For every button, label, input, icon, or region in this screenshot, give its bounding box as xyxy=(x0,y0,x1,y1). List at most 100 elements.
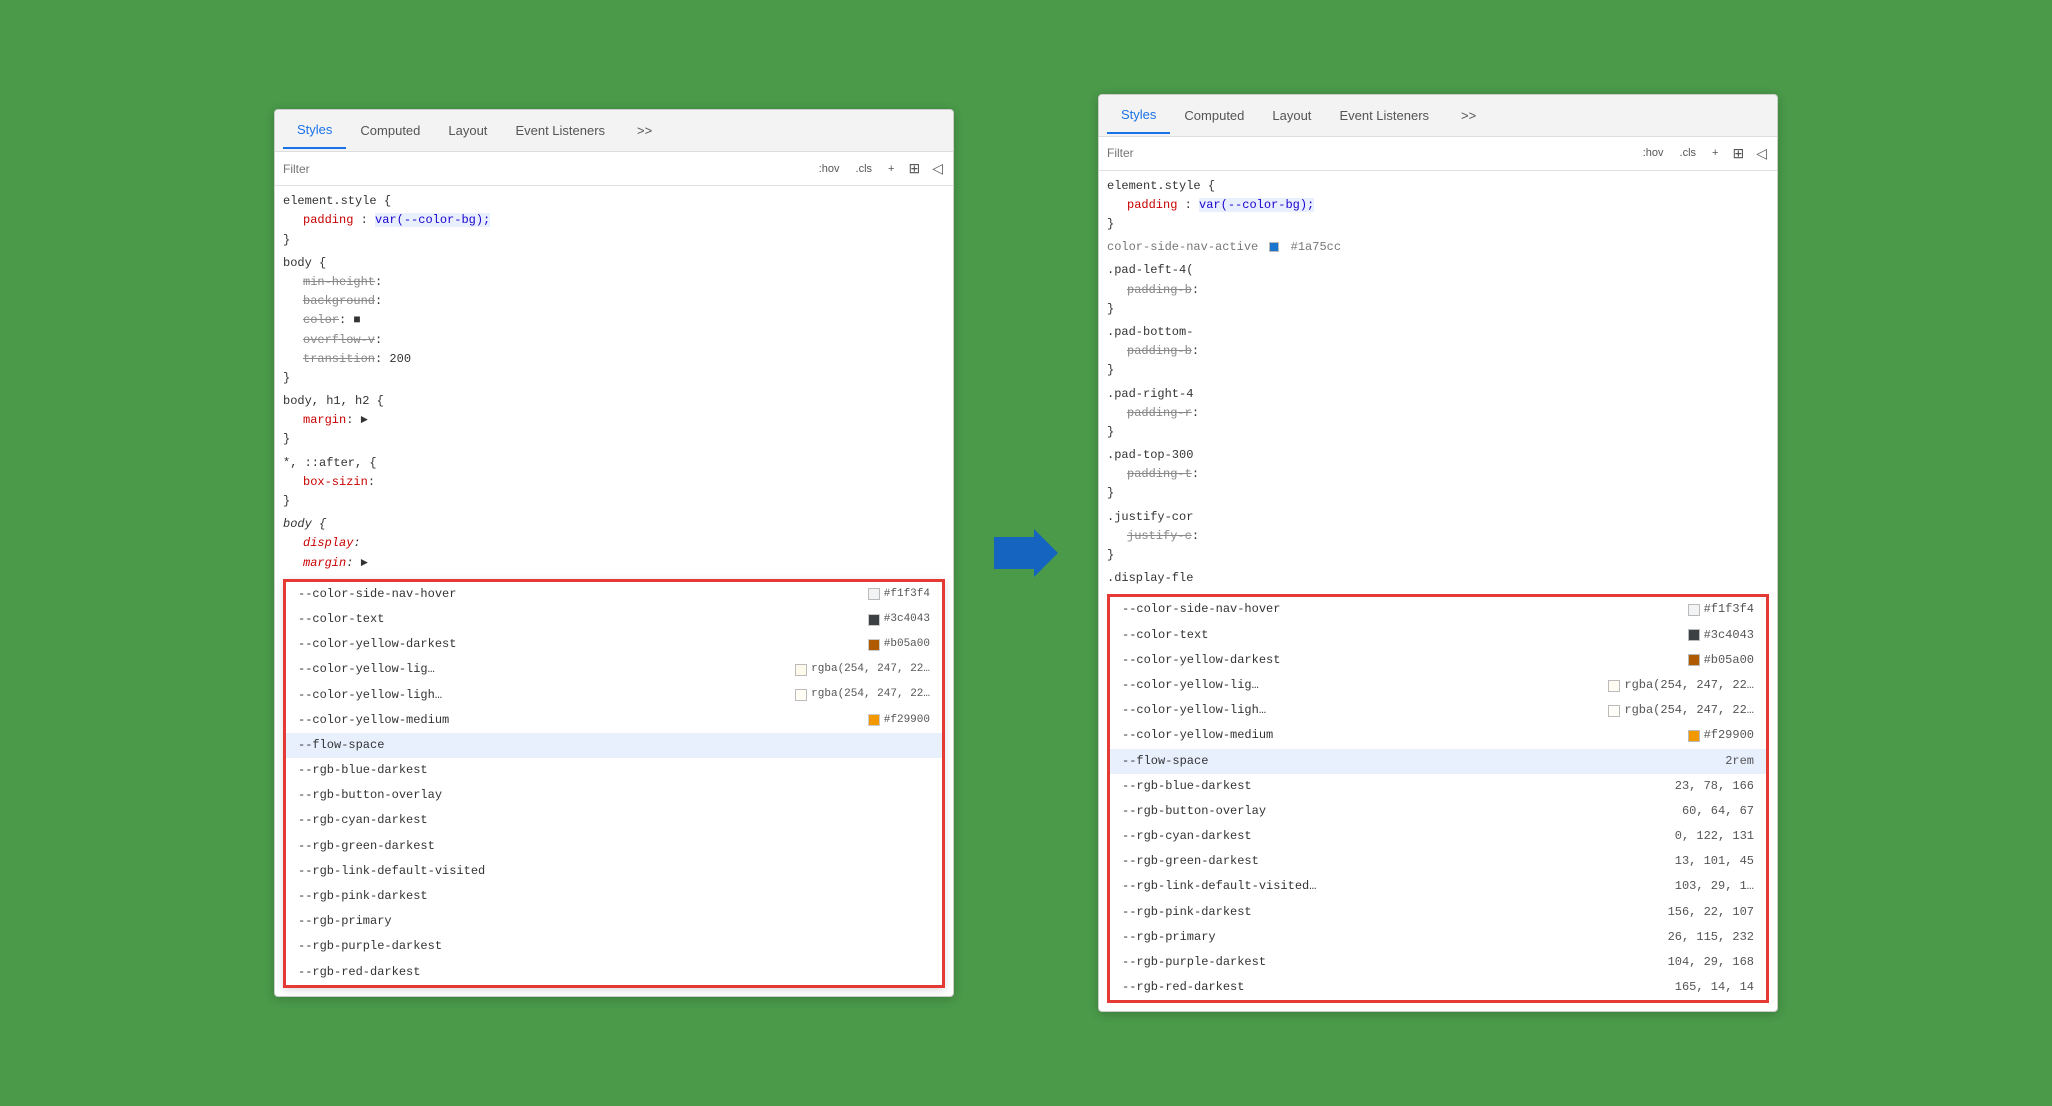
left-autocomplete-dropdown: --color-side-nav-hover #f1f3f4 --color-t… xyxy=(283,579,945,988)
left-devtools-panel: Styles Computed Layout Event Listeners >… xyxy=(274,109,954,997)
tab-layout-left[interactable]: Layout xyxy=(434,113,501,148)
swatch-color-side-nav-hover xyxy=(868,588,880,600)
computed-row-rgb-cyan-darkest: --rgb-cyan-darkest 0, 122, 131 xyxy=(1110,824,1766,849)
pad-top-rule: .pad-top-300 padding-t: } xyxy=(1099,444,1777,506)
justify-rule: .justify-cor justify-c: } xyxy=(1099,506,1777,568)
autocomplete-item-rgb-cyan-darkest[interactable]: --rgb-cyan-darkest xyxy=(286,808,942,833)
computed-swatch-color-side-nav-hover xyxy=(1688,604,1700,616)
body-rule-left: body { min-height: background: color: ■ … xyxy=(275,252,953,390)
computed-swatch-color-text xyxy=(1688,629,1700,641)
padding-value-right: var(--color-bg); xyxy=(1199,198,1314,212)
body-italic-selector-left: body { xyxy=(283,517,326,531)
swatch-color-yellow-lig xyxy=(795,664,807,676)
computed-row-color-side-nav-hover: --color-side-nav-hover #f1f3f4 xyxy=(1110,597,1766,622)
swatch-color-text xyxy=(868,614,880,626)
computed-row-rgb-green-darkest: --rgb-green-darkest 13, 101, 45 xyxy=(1110,849,1766,874)
autocomplete-item-rgb-green-darkest[interactable]: --rgb-green-darkest xyxy=(286,834,942,859)
left-icon-2[interactable]: ◁ xyxy=(930,158,945,179)
body-h1-rule-left: body, h1, h2 { margin: ► } xyxy=(275,390,953,452)
after-selector-left: *, ::after, { xyxy=(283,456,377,470)
body-h1-selector-left: body, h1, h2 { xyxy=(283,394,384,408)
computed-row-color-yellow-ligh: --color-yellow-ligh… rgba(254, 247, 22… xyxy=(1110,698,1766,723)
justify-selector: .justify-cor xyxy=(1107,510,1193,524)
swatch-color-yellow-darkest xyxy=(868,639,880,651)
computed-row-flow-space: --flow-space 2rem xyxy=(1110,749,1766,774)
swatch-color-yellow-medium xyxy=(868,714,880,726)
right-filter-bar: :hov .cls + ⊞ ◁ xyxy=(1099,137,1777,171)
tab-computed-right[interactable]: Computed xyxy=(1170,98,1258,133)
tab-styles-left[interactable]: Styles xyxy=(283,112,346,149)
right-tabs-bar: Styles Computed Layout Event Listeners >… xyxy=(1099,95,1777,137)
left-add-btn[interactable]: + xyxy=(884,161,898,177)
padding-prop-right: padding xyxy=(1127,198,1177,212)
autocomplete-item-color-yellow-ligh[interactable]: --color-yellow-ligh… rgba(254, 247, 22… xyxy=(286,683,942,708)
pad-right-selector: .pad-right-4 xyxy=(1107,387,1193,401)
autocomplete-item-color-yellow-darkest[interactable]: --color-yellow-darkest #b05a00 xyxy=(286,632,942,657)
arrow-container xyxy=(994,529,1058,577)
computed-row-rgb-primary: --rgb-primary 26, 115, 232 xyxy=(1110,925,1766,950)
autocomplete-item-rgb-blue-darkest[interactable]: --rgb-blue-darkest xyxy=(286,758,942,783)
computed-row-rgb-button-overlay: --rgb-button-overlay 60, 64, 67 xyxy=(1110,799,1766,824)
computed-swatch-color-yellow-medium xyxy=(1688,730,1700,742)
tab-more-right[interactable]: >> xyxy=(1447,98,1490,133)
computed-row-color-text: --color-text #3c4043 xyxy=(1110,623,1766,648)
autocomplete-item-color-yellow-lig[interactable]: --color-yellow-lig… rgba(254, 247, 22… xyxy=(286,657,942,682)
computed-row-rgb-link-default-visited: --rgb-link-default-visited… 103, 29, 1… xyxy=(1110,874,1766,899)
pad-bottom-rule: .pad-bottom- padding-b: } xyxy=(1099,321,1777,383)
pad-left-rule: .pad-left-4( padding-b: } xyxy=(1099,259,1777,321)
right-devtools-panel: Styles Computed Layout Event Listeners >… xyxy=(1098,94,1778,1013)
computed-row-color-yellow-darkest: --color-yellow-darkest #b05a00 xyxy=(1110,648,1766,673)
arrow-icon xyxy=(994,529,1058,577)
autocomplete-item-rgb-link-default-visited[interactable]: --rgb-link-default-visited xyxy=(286,859,942,884)
autocomplete-item-flow-space[interactable]: --flow-space xyxy=(286,733,942,758)
tab-layout-right[interactable]: Layout xyxy=(1258,98,1325,133)
left-filter-input[interactable] xyxy=(283,162,807,176)
after-rule-left: *, ::after, { box-sizin: } xyxy=(275,452,953,514)
right-computed-dropdown: --color-side-nav-hover #f1f3f4 --color-t… xyxy=(1107,594,1769,1003)
element-style-selector-left: element.style { xyxy=(283,194,391,208)
computed-row-rgb-blue-darkest: --rgb-blue-darkest 23, 78, 166 xyxy=(1110,774,1766,799)
swatch-color-yellow-ligh xyxy=(795,689,807,701)
tab-styles-right[interactable]: Styles xyxy=(1107,97,1170,134)
tab-more-left[interactable]: >> xyxy=(623,113,666,148)
left-icon-1[interactable]: ⊞ xyxy=(906,158,922,179)
autocomplete-item-rgb-button-overlay[interactable]: --rgb-button-overlay xyxy=(286,783,942,808)
computed-row-rgb-pink-darkest: --rgb-pink-darkest 156, 22, 107 xyxy=(1110,900,1766,925)
padding-value-left: var(--color-bg); xyxy=(375,213,490,227)
autocomplete-item-rgb-primary[interactable]: --rgb-primary xyxy=(286,909,942,934)
display-fle-rule: .display-fle xyxy=(1099,567,1777,590)
right-icon-1[interactable]: ⊞ xyxy=(1730,143,1746,164)
element-style-rule-right: element.style { padding : var(--color-bg… xyxy=(1099,175,1777,237)
left-filter-bar: :hov .cls + ⊞ ◁ xyxy=(275,152,953,186)
display-fle-selector: .display-fle xyxy=(1107,571,1193,585)
tab-computed-left[interactable]: Computed xyxy=(346,113,434,148)
autocomplete-item-rgb-pink-darkest[interactable]: --rgb-pink-darkest xyxy=(286,884,942,909)
computed-swatch-color-yellow-ligh xyxy=(1608,705,1620,717)
autocomplete-item-color-text[interactable]: --color-text #3c4043 xyxy=(286,607,942,632)
left-hov-btn[interactable]: :hov xyxy=(815,161,844,177)
pad-right-rule: .pad-right-4 padding-r: } xyxy=(1099,383,1777,445)
autocomplete-item-color-side-nav-hover[interactable]: --color-side-nav-hover #f1f3f4 xyxy=(286,582,942,607)
pad-top-selector: .pad-top-300 xyxy=(1107,448,1193,462)
right-cls-btn[interactable]: .cls xyxy=(1676,145,1701,161)
computed-row-rgb-red-darkest: --rgb-red-darkest 165, 14, 14 xyxy=(1110,975,1766,1000)
computed-row-color-yellow-medium: --color-yellow-medium #f29900 xyxy=(1110,723,1766,748)
right-add-btn[interactable]: + xyxy=(1708,145,1722,161)
left-cls-btn[interactable]: .cls xyxy=(852,161,877,177)
pad-left-selector: .pad-left-4( xyxy=(1107,263,1193,277)
computed-swatch-color-yellow-darkest xyxy=(1688,654,1700,666)
autocomplete-item-rgb-red-darkest[interactable]: --rgb-red-darkest xyxy=(286,960,942,985)
computed-row-color-yellow-lig: --color-yellow-lig… rgba(254, 247, 22… xyxy=(1110,673,1766,698)
left-tabs-bar: Styles Computed Layout Event Listeners >… xyxy=(275,110,953,152)
main-container: Styles Computed Layout Event Listeners >… xyxy=(274,94,1778,1013)
tab-event-listeners-left[interactable]: Event Listeners xyxy=(501,113,619,148)
right-filter-input[interactable] xyxy=(1107,146,1631,160)
computed-swatch-color-yellow-lig xyxy=(1608,680,1620,692)
element-style-rule-left: element.style { padding : var(--color-bg… xyxy=(275,190,953,252)
autocomplete-item-rgb-purple-darkest[interactable]: --rgb-purple-darkest xyxy=(286,934,942,959)
autocomplete-item-color-yellow-medium[interactable]: --color-yellow-medium #f29900 xyxy=(286,708,942,733)
body-selector-left: body { xyxy=(283,256,326,270)
tab-event-listeners-right[interactable]: Event Listeners xyxy=(1325,98,1443,133)
right-hov-btn[interactable]: :hov xyxy=(1639,145,1668,161)
right-icon-2[interactable]: ◁ xyxy=(1754,143,1769,164)
